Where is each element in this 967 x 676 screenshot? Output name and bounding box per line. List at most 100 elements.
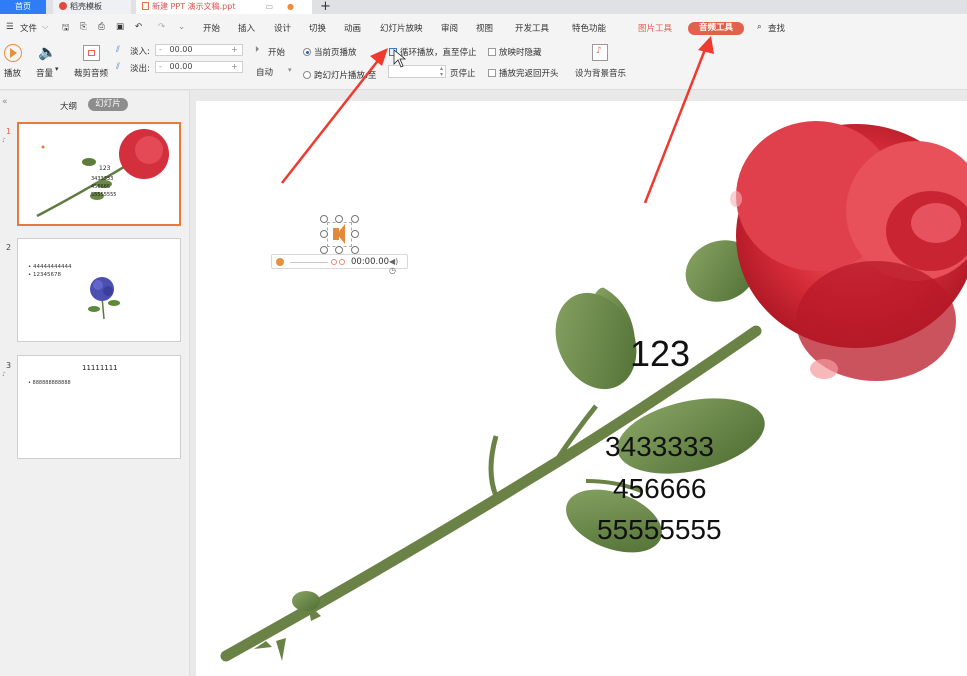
print-preview-icon[interactable]: ▣ bbox=[116, 22, 124, 32]
save-icon[interactable]: 🖫 bbox=[62, 22, 69, 36]
start-mode-select[interactable]: 自动 ▾ bbox=[253, 65, 295, 78]
play-across-slides-option[interactable]: 跨幻灯片播放:至 bbox=[303, 69, 376, 81]
audio-progress-track[interactable] bbox=[290, 262, 328, 263]
trim-audio-button-label[interactable]: 裁剪音频 bbox=[74, 67, 108, 79]
audio-object[interactable] bbox=[320, 215, 359, 254]
start-mode-dropdown-icon[interactable]: ▾ bbox=[288, 66, 292, 74]
slide-number-2: 2 bbox=[6, 243, 12, 252]
menu-tab-slideshow[interactable]: 幻灯片放映 bbox=[380, 22, 423, 34]
document-tab-label: 新建 PPT 演示文稿.ppt bbox=[152, 2, 236, 11]
fade-in-input[interactable]: - 00.00 + bbox=[155, 44, 243, 56]
start-label: 开始 bbox=[268, 48, 286, 58]
stop-after-pages-input[interactable]: ▴ ▾ bbox=[388, 65, 446, 78]
slide-thumbnail-1[interactable]: 123 3433333 456666 55555555 bbox=[17, 122, 181, 226]
quick-access-dropdown-icon[interactable]: ⌄ bbox=[178, 22, 185, 32]
menu-tab-review[interactable]: 审阅 bbox=[441, 22, 458, 34]
slide-text-line-4[interactable]: 55555555 bbox=[597, 514, 722, 546]
resize-handle[interactable] bbox=[335, 246, 343, 254]
rewind-after-playing-option[interactable]: 播放完返回开头 bbox=[488, 67, 559, 79]
resize-handle[interactable] bbox=[320, 246, 328, 254]
menu-tab-transition[interactable]: 切换 bbox=[309, 22, 326, 34]
menu-tab-insert[interactable]: 插入 bbox=[238, 22, 255, 34]
rose-image[interactable] bbox=[196, 101, 967, 676]
play-button-label[interactable]: 播放 bbox=[4, 67, 21, 79]
menu-tab-picture-tools[interactable]: 图片工具 bbox=[638, 22, 672, 34]
file-menu[interactable]: 文件 bbox=[20, 22, 37, 34]
home-tab[interactable]: 首页 bbox=[0, 0, 46, 14]
page-stop-label: 页停止 bbox=[450, 69, 476, 79]
menu-bar: ☰ 文件 ⌵ 🖫 ⎘ ⎙ ▣ ↶ ↷ ⌄ 开始 插入 设计 切换 动画 幻灯片放… bbox=[0, 14, 967, 40]
set-background-music-button[interactable]: 设为背景音乐 bbox=[575, 67, 626, 79]
file-dropdown-icon[interactable]: ⌵ bbox=[42, 22, 48, 32]
start-icon: ⏵ bbox=[255, 45, 260, 55]
play-current-page-radio[interactable] bbox=[303, 48, 311, 56]
audio-volume-icon[interactable]: ◀) ◷ bbox=[389, 257, 407, 275]
undo-icon[interactable]: ↶ bbox=[135, 22, 142, 32]
audio-play-icon[interactable] bbox=[276, 258, 284, 266]
play-across-slides-radio[interactable] bbox=[303, 71, 311, 79]
volume-icon[interactable]: 🔈 bbox=[38, 43, 57, 61]
slides-tab[interactable]: 幻灯片 bbox=[88, 98, 128, 111]
menu-tab-start[interactable]: 开始 bbox=[203, 22, 220, 34]
document-tab[interactable]: 新建 PPT 演示文稿.ppt ▭ ● bbox=[136, 0, 312, 14]
rewind-label: 播放完返回开头 bbox=[499, 69, 559, 79]
volume-button-label[interactable]: 音量 bbox=[36, 67, 53, 79]
trim-audio-icon[interactable] bbox=[83, 45, 100, 61]
hide-when-playing-option[interactable]: 放映时隐藏 bbox=[488, 46, 542, 58]
menu-tab-animation[interactable]: 动画 bbox=[344, 22, 361, 34]
menu-tab-developer[interactable]: 开发工具 bbox=[515, 22, 549, 34]
menu-tab-view[interactable]: 视图 bbox=[476, 22, 493, 34]
menu-tab-special[interactable]: 特色功能 bbox=[572, 22, 606, 34]
loop-until-stopped-option[interactable]: 循环播放，直至停止 bbox=[389, 46, 477, 58]
background-music-icon[interactable]: ♪ bbox=[592, 44, 608, 61]
play-across-slides-label: 跨幻灯片播放:至 bbox=[314, 71, 377, 81]
unsaved-dot-icon: ● bbox=[287, 2, 295, 11]
redo-icon[interactable]: ↷ bbox=[158, 22, 165, 32]
screen-icon[interactable]: ▭ bbox=[265, 2, 273, 11]
resize-handle[interactable] bbox=[335, 215, 343, 223]
hide-when-playing-checkbox[interactable] bbox=[488, 48, 496, 56]
resize-handle[interactable] bbox=[351, 215, 359, 223]
thumb-1-line-4: 55555555 bbox=[91, 192, 117, 198]
rewind-checkbox[interactable] bbox=[488, 69, 496, 77]
volume-dropdown-icon[interactable]: ▾ bbox=[55, 65, 59, 73]
thumb-1-line-2: 3433333 bbox=[91, 176, 114, 182]
find-button[interactable]: 查找 bbox=[768, 22, 785, 34]
slide-text-line-2[interactable]: 3433333 bbox=[605, 431, 714, 463]
slide-text-line-3[interactable]: 456666 bbox=[613, 473, 706, 505]
daoke-template-tab[interactable]: 稻壳模板 bbox=[53, 0, 131, 14]
slide-panel: « 大纲 幻灯片 1 ♪ 123 3433333 456666 55555555… bbox=[0, 91, 190, 676]
search-icon[interactable]: ⌕ bbox=[757, 22, 762, 32]
play-current-page-option[interactable]: 当前页播放 bbox=[303, 46, 357, 58]
collapse-panel-icon[interactable]: « bbox=[2, 97, 8, 107]
export-pdf-icon[interactable]: ⎘ bbox=[80, 22, 87, 32]
audio-back-icon[interactable] bbox=[331, 259, 337, 265]
audio-forward-icon[interactable] bbox=[339, 259, 345, 265]
resize-handle[interactable] bbox=[351, 246, 359, 254]
resize-handle[interactable] bbox=[351, 230, 359, 238]
menu-tab-audio-tools[interactable]: 音频工具 bbox=[688, 22, 744, 35]
fade-out-input[interactable]: - 00.00 + bbox=[155, 61, 243, 73]
slide-thumbnail-2[interactable]: • 44444444444 • 12345678 bbox=[17, 238, 181, 342]
fade-in-icon: ⫽ bbox=[116, 45, 120, 55]
resize-handle[interactable] bbox=[320, 230, 328, 238]
fade-out-label: 淡出: bbox=[130, 64, 150, 74]
fade-out-value: 00.00 bbox=[169, 62, 193, 71]
play-icon[interactable] bbox=[4, 44, 22, 62]
slide-text-line-1[interactable]: 123 bbox=[630, 333, 690, 375]
start-mode-value: 自动 bbox=[256, 68, 274, 78]
slide-thumbnail-3[interactable]: 11111111 • 888888888888 bbox=[17, 355, 181, 459]
ppt-file-icon bbox=[142, 2, 149, 10]
hamburger-icon[interactable]: ☰ bbox=[6, 22, 14, 32]
thumb-1-line-1: 123 bbox=[99, 165, 111, 172]
daoke-logo-icon bbox=[59, 2, 67, 10]
loop-checkbox[interactable] bbox=[389, 48, 397, 56]
print-icon[interactable]: ⎙ bbox=[98, 22, 105, 32]
play-current-page-label: 当前页播放 bbox=[314, 48, 357, 58]
new-tab-button[interactable]: + bbox=[320, 0, 331, 14]
menu-tab-design[interactable]: 设计 bbox=[274, 22, 291, 34]
slide-canvas[interactable]: 123 3433333 456666 55555555 00:00.00 ◀) … bbox=[196, 101, 967, 676]
thumb-1-line-3: 456666 bbox=[91, 184, 111, 190]
outline-tab[interactable]: 大纲 bbox=[60, 100, 77, 112]
resize-handle[interactable] bbox=[320, 215, 328, 223]
